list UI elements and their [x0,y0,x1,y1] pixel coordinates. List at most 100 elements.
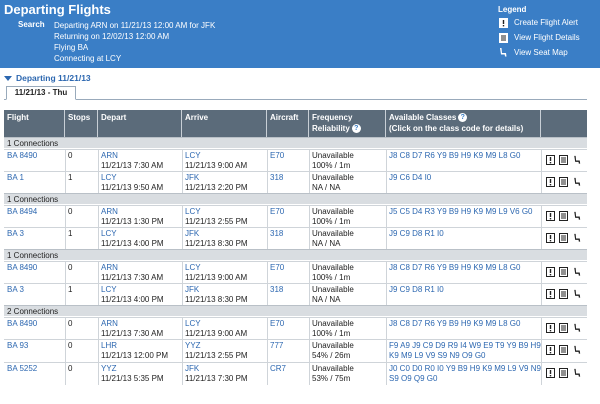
class-codes-text[interactable]: F9 A9 J9 C9 D9 R9 I4 W9 E9 T9 Y9 B9 H9 [389,341,541,351]
alert-icon[interactable] [546,233,555,243]
details-icon[interactable] [559,155,568,165]
flight-row: BA 1 1 LCY 11/21/13 9:50 AM JFK 11/21/13 2:20… [4,171,587,193]
alert-icon[interactable] [546,177,555,187]
aircraft-link: 318 [267,173,283,183]
column-divider [541,172,542,193]
class-codes-text[interactable]: J9 C9 D8 R1 I0 [389,285,444,295]
alert-icon[interactable] [546,155,555,165]
flight-number-text[interactable]: BA 8490 [7,263,37,273]
details-icon[interactable] [559,345,568,355]
help-icon[interactable]: ? [351,124,361,134]
frequency-reliability-text: Unavailable [312,319,354,328]
class-codes-text[interactable]: S9 O9 Q9 G0 [389,374,541,384]
flight-number-text[interactable]: BA 8490 [7,151,37,161]
class-codes-text[interactable]: J9 C6 D4 I0 [389,173,431,183]
flight-number-text[interactable]: BA 8494 [7,207,37,217]
tab-date[interactable]: 11/21/13 - Thu [6,86,76,100]
class-codes-text[interactable]: J8 C8 D7 R6 Y9 B9 H9 K9 M9 L8 G0 [389,319,520,329]
flight-number-text[interactable]: BA 5252 [7,364,37,374]
arrive-airport-link[interactable]: LCY [185,319,247,329]
seat-icon[interactable] [572,211,581,221]
seat-icon[interactable] [572,267,581,277]
aircraft-link-text[interactable]: CR7 [270,364,286,374]
class-codes-text[interactable]: J8 C8 D7 R6 Y9 B9 H9 K9 M9 L8 G0 [389,151,520,161]
class-codes-text[interactable]: J9 C9 D8 R1 I0 [389,229,444,239]
legend-flight-details[interactable]: View Flight Details [498,30,598,45]
row-actions [546,155,581,165]
depart-airport-link[interactable]: ARN [101,207,164,217]
depart-airport-link[interactable]: ARN [101,151,163,161]
aircraft-link-text[interactable]: 318 [270,285,283,295]
frequency-reliability-text: 54% / 26m [312,351,351,360]
arrive-airport-link[interactable]: LCY [185,151,247,161]
flight-number-text[interactable]: BA 1 [7,173,24,183]
flight-number-text[interactable]: BA 8490 [7,319,37,329]
details-icon[interactable] [559,211,568,221]
aircraft-link-text[interactable]: 318 [270,173,283,183]
connections-row: 1 Connections [4,137,587,148]
depart-airport-link[interactable]: LCY [101,173,163,183]
seat-icon[interactable] [572,289,581,299]
alert-icon[interactable] [546,267,555,277]
depart-airport-link[interactable]: ARN [101,319,163,329]
alert-icon[interactable] [546,289,555,299]
alert-icon[interactable] [546,345,555,355]
details-icon[interactable] [559,289,568,299]
legend-create-alert[interactable]: Create Flight Alert [498,15,598,30]
seat-icon[interactable] [572,368,581,378]
alert-icon[interactable] [546,368,555,378]
seat-icon[interactable] [572,155,581,165]
aircraft-link-text[interactable]: 318 [270,229,283,239]
seat-icon[interactable] [572,177,581,187]
class-codes-text[interactable]: J0 C0 D0 R0 I0 Y9 B9 H9 K9 M9 L9 V9 N9 [389,364,541,374]
depart-airport-link[interactable]: YYZ [101,364,164,374]
depart-cell: LHR 11/21/13 12:00 PM [98,341,168,361]
depart-airport-link[interactable]: ARN [101,263,163,273]
aircraft-link-text[interactable]: E70 [270,263,284,273]
depart-airport-link[interactable]: LCY [101,229,164,239]
departing-toggle[interactable]: Departing 11/21/13 [4,72,91,84]
details-icon[interactable] [559,323,568,333]
stops-text: 0 [68,364,73,373]
depart-cell: ARN 11/21/13 7:30 AM [98,151,163,171]
class-codes-text[interactable]: J5 C5 D4 R3 Y9 B9 H9 K9 M9 L9 V6 G0 [389,207,532,217]
legend-seat-map[interactable]: View Seat Map [498,45,598,60]
class-codes-text[interactable]: J8 C8 D7 R6 Y9 B9 H9 K9 M9 L8 G0 [389,263,520,273]
arrive-airport-link[interactable]: LCY [185,263,247,273]
flight-number-text[interactable]: BA 3 [7,285,24,295]
flight-number-text[interactable]: BA 3 [7,229,24,239]
flight-number-text[interactable]: BA 93 [7,341,28,351]
arrive-airport-link[interactable]: JFK [185,229,248,239]
seat-icon[interactable] [572,345,581,355]
arrive-airport-link[interactable]: JFK [185,173,248,183]
results-header: Departing Flights Search Departing ARN o… [0,0,600,68]
seat-icon[interactable] [572,233,581,243]
aircraft-link-text[interactable]: E70 [270,319,284,329]
arrive-airport-link[interactable]: YYZ [185,341,248,351]
arrive-airport-link[interactable]: JFK [185,285,248,295]
details-icon[interactable] [559,233,568,243]
details-icon[interactable] [559,267,568,277]
aircraft-link-text[interactable]: E70 [270,207,284,217]
aircraft-link-text[interactable]: 777 [270,341,283,351]
depart-airport-link[interactable]: LCY [101,285,164,295]
depart-time: 11/21/13 4:00 PM [101,295,164,304]
arrive-cell: LCY 11/21/13 9:00 AM [182,263,247,283]
help-icon[interactable]: ? [458,113,468,123]
depart-airport-link[interactable]: LHR [101,341,168,351]
arrive-airport-link[interactable]: JFK [185,364,248,374]
frequency-reliability-text: Unavailable [312,229,354,238]
details-icon[interactable] [559,368,568,378]
arrive-airport-link[interactable]: LCY [185,207,248,217]
aircraft-link-text[interactable]: E70 [270,151,284,161]
row-actions [546,211,581,221]
alert-icon[interactable] [546,211,555,221]
frequency-reliability-text: NA / NA [312,239,341,248]
class-codes-text[interactable]: K9 M9 L9 V9 S9 N9 O9 G0 [389,351,541,361]
details-icon[interactable] [559,177,568,187]
connections-row: 1 Connections [4,249,587,260]
class-codes: F9 A9 J9 C9 D9 R9 I4 W9 E9 T9 Y9 B9 H9 K9… [386,341,541,361]
frequency-reliability-text: Unavailable [312,173,354,182]
alert-icon[interactable] [546,323,555,333]
seat-icon[interactable] [572,323,581,333]
